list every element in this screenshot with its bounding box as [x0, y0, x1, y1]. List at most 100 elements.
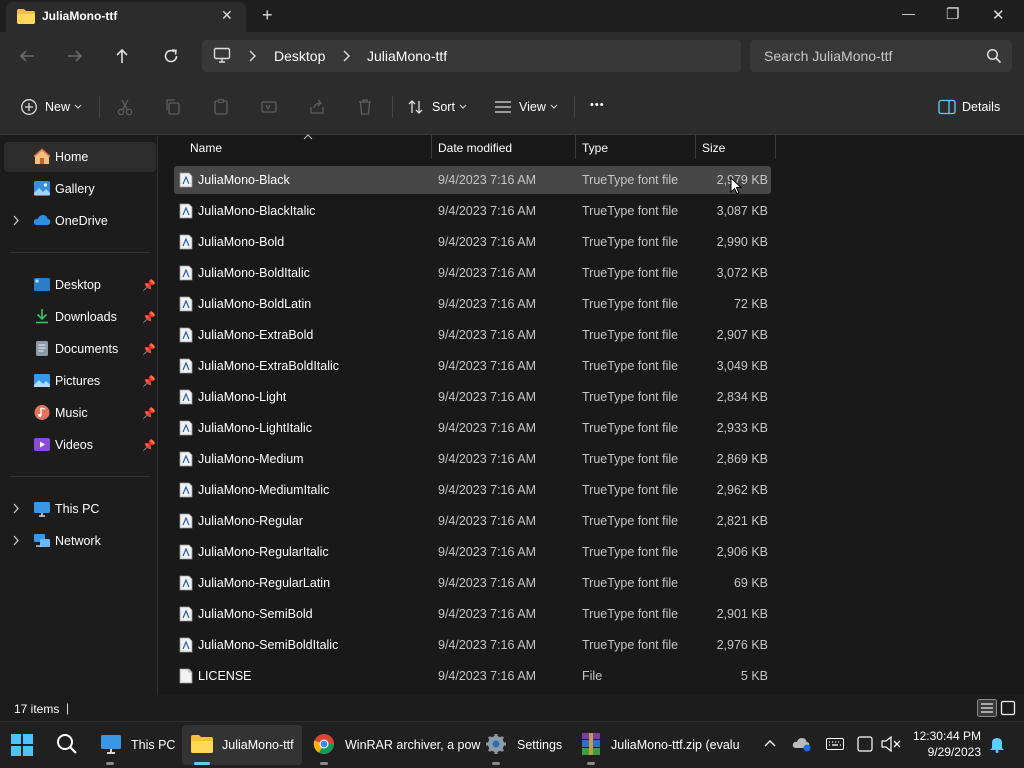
search-placeholder: Search JuliaMono-ttf: [764, 48, 893, 64]
file-size: 2,821 KB: [716, 514, 768, 528]
file-type: TrueType font file: [582, 514, 679, 528]
nav-label-videos[interactable]: Videos: [55, 438, 93, 452]
cut-icon[interactable]: [116, 98, 134, 116]
column-divider[interactable]: [775, 135, 776, 159]
details-view-toggle-icon[interactable]: [977, 699, 997, 717]
chevron-down-icon: [459, 104, 467, 109]
running-indicator: [320, 762, 328, 765]
share-icon[interactable]: [308, 98, 326, 116]
font-file-icon: [179, 389, 193, 405]
expand-chevron-icon[interactable]: [12, 503, 20, 514]
notification-bell-icon[interactable]: [989, 735, 1005, 753]
running-indicator: [587, 762, 595, 765]
show-hidden-icons-chevron-icon[interactable]: [764, 739, 776, 747]
back-arrow-icon[interactable]: [18, 47, 36, 65]
file-name: JuliaMono-Light: [198, 390, 287, 404]
copy-icon[interactable]: [164, 98, 182, 116]
nav-label-pictures[interactable]: Pictures: [55, 374, 100, 388]
music-icon: [34, 405, 50, 420]
file-name: JuliaMono-BlackItalic: [198, 204, 316, 218]
nav-label-gallery[interactable]: Gallery: [55, 182, 95, 196]
nav-label-this-pc[interactable]: This PC: [55, 502, 99, 516]
nav-label-desktop[interactable]: Desktop: [55, 278, 101, 292]
nav-label-documents[interactable]: Documents: [55, 342, 118, 356]
breadcrumb-desktop[interactable]: Desktop: [274, 48, 325, 64]
keyboard-icon[interactable]: [826, 738, 844, 750]
tab-close-icon[interactable]: ✕: [221, 7, 233, 24]
view-button[interactable]: View: [519, 100, 546, 114]
file-size: 3,049 KB: [716, 359, 768, 373]
status-separator: |: [66, 701, 70, 715]
font-file-icon: [179, 637, 193, 653]
nav-label-downloads[interactable]: Downloads: [55, 310, 117, 324]
volume-muted-icon[interactable]: [881, 736, 901, 752]
paste-icon[interactable]: [212, 98, 230, 116]
column-header-date-modified[interactable]: Date modified: [438, 141, 512, 155]
sort-button[interactable]: Sort: [432, 100, 455, 114]
font-file-icon: [179, 234, 193, 250]
column-header-name[interactable]: Name: [190, 141, 222, 155]
delete-icon[interactable]: [356, 98, 374, 116]
forward-arrow-icon[interactable]: [66, 47, 84, 65]
sort-arrows-icon: [408, 100, 423, 114]
column-divider[interactable]: [575, 135, 576, 159]
up-arrow-icon[interactable]: [113, 47, 131, 65]
column-header-size[interactable]: Size: [702, 141, 725, 155]
expand-chevron-icon[interactable]: [12, 535, 20, 546]
toolbar-divider: [574, 96, 575, 118]
large-icons-view-toggle-icon[interactable]: [1000, 700, 1016, 716]
column-divider[interactable]: [431, 135, 432, 159]
nav-label-onedrive[interactable]: OneDrive: [55, 214, 108, 228]
file-date-modified: 9/4/2023 7:16 AM: [438, 545, 536, 559]
nav-label-network[interactable]: Network: [55, 534, 101, 548]
file-name: JuliaMono-MediumItalic: [198, 483, 330, 497]
file-name: JuliaMono-Bold: [198, 235, 285, 249]
toolbar-divider: [99, 96, 100, 118]
start-windows-icon[interactable]: [11, 734, 33, 756]
file-size: 2,907 KB: [716, 328, 768, 342]
column-header-type[interactable]: Type: [582, 141, 608, 155]
font-file-icon: [179, 203, 193, 219]
file-type: TrueType font file: [582, 545, 679, 559]
details-button[interactable]: Details: [962, 100, 1000, 114]
pin-icon: 📌: [142, 440, 156, 452]
onedrive-status-icon[interactable]: [792, 736, 812, 752]
nav-label-music[interactable]: Music: [55, 406, 88, 420]
file-type: TrueType font file: [582, 328, 679, 342]
tab-title: JuliaMono-ttf: [42, 9, 118, 23]
file-name: LICENSE: [198, 669, 252, 683]
file-name: JuliaMono-RegularItalic: [198, 545, 329, 559]
font-file-icon: [179, 420, 193, 436]
pen-menu-icon[interactable]: [857, 736, 873, 752]
rename-icon[interactable]: [260, 98, 278, 116]
file-name: JuliaMono-Black: [198, 173, 290, 187]
taskbar-app-chrome[interactable]: WinRAR archiver, a pow: [345, 738, 480, 752]
column-divider[interactable]: [695, 135, 696, 159]
new-button[interactable]: New: [45, 100, 70, 114]
folder-icon: [17, 9, 35, 24]
font-file-icon: [179, 265, 193, 281]
clock-time[interactable]: 12:30:44 PM: [912, 729, 981, 743]
new-tab-button[interactable]: +: [262, 5, 273, 26]
breadcrumb-chevron-icon: [343, 50, 350, 62]
file-type: TrueType font file: [582, 359, 679, 373]
taskbar-app-this-pc[interactable]: This PC: [131, 738, 175, 752]
taskbar-app-winrar[interactable]: JuliaMono-ttf.zip (evalu: [611, 738, 740, 752]
taskbar-app-settings[interactable]: Settings: [517, 738, 562, 752]
gallery-icon[interactable]: [33, 180, 51, 197]
file-date-modified: 9/4/2023 7:16 AM: [438, 297, 536, 311]
file-type: TrueType font file: [582, 204, 679, 218]
file-size: 2,933 KB: [716, 421, 768, 435]
refresh-icon[interactable]: [162, 47, 180, 65]
file-size: 2,990 KB: [716, 235, 768, 249]
winrar-icon: [582, 733, 600, 755]
maximize-button[interactable]: ❐: [946, 5, 959, 23]
more-options-button[interactable]: •••: [590, 99, 605, 111]
clock-date[interactable]: 9/29/2023: [912, 745, 981, 759]
taskbar-search-icon[interactable]: [56, 733, 78, 755]
minimize-button[interactable]: —: [902, 6, 915, 21]
expand-chevron-icon[interactable]: [12, 215, 20, 226]
close-button[interactable]: ✕: [992, 6, 1005, 24]
breadcrumb-current-folder[interactable]: JuliaMono-ttf: [367, 48, 447, 64]
search-icon[interactable]: [986, 48, 1002, 64]
